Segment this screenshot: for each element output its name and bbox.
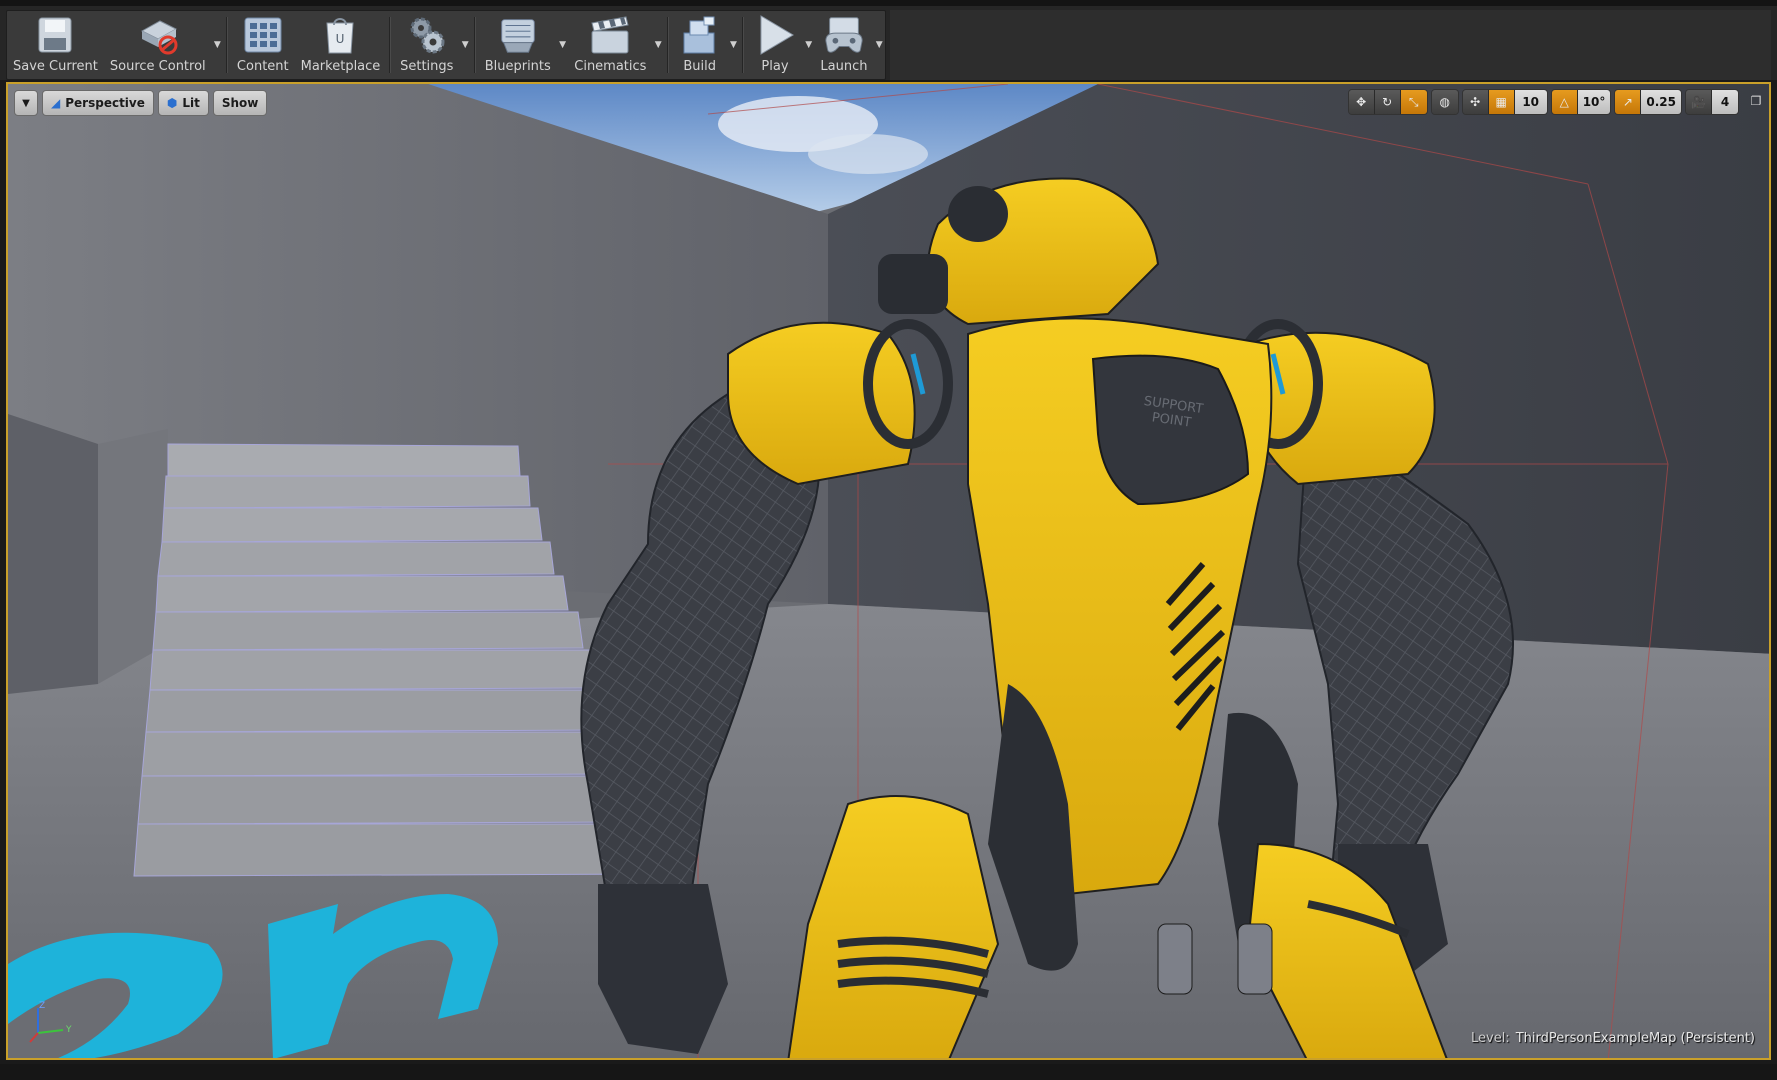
blueprints-label: Blueprints	[484, 59, 551, 74]
translate-arrows-icon[interactable]: ✥	[1348, 90, 1375, 114]
settings-dropdown[interactable]: ▼	[459, 11, 470, 79]
play-dropdown[interactable]: ▼	[803, 11, 814, 79]
toolbar-separator	[389, 17, 392, 73]
viewport-scene: SUPPORT POINT	[8, 84, 1769, 1058]
content-grid-icon	[241, 13, 285, 57]
toolbar-separator	[666, 17, 669, 73]
camera-speed-icon[interactable]: 🎥	[1686, 90, 1712, 114]
save-current-button[interactable]: Save Current	[7, 11, 104, 79]
camera-speed-group: 🎥 4	[1685, 89, 1739, 115]
source-control-dropdown[interactable]: ▼	[212, 11, 223, 79]
blueprints-dropdown[interactable]: ▼	[557, 11, 568, 79]
toolbar-empty-area	[890, 10, 1771, 80]
show-button[interactable]: Show	[212, 90, 268, 116]
scale-snap-value[interactable]: 0.25	[1641, 90, 1681, 114]
launch-button[interactable]: Launch	[814, 11, 873, 79]
perspective-icon: ◢	[51, 96, 61, 110]
rotation-snap-group: △ 10°	[1550, 89, 1612, 115]
surface-snap-icon[interactable]: ✣	[1462, 90, 1489, 114]
build-dropdown[interactable]: ▼	[728, 11, 739, 79]
build-label: Build	[683, 59, 717, 74]
level-viewport[interactable]: SUPPORT POINT ▼ ◢ Perspective ⬢ Lit Show…	[6, 82, 1771, 1060]
gizmo-y-label: Y	[65, 1025, 72, 1035]
transform-tools: ✥ ↻ ⤡	[1347, 89, 1428, 115]
blueprints-icon	[496, 13, 540, 57]
cinematics-label: Cinematics	[574, 59, 647, 74]
toolbar-separator	[742, 17, 744, 73]
lit-cube-icon: ⬢	[166, 96, 178, 110]
viewport-left-toolbar: ▼ ◢ Perspective ⬢ Lit Show	[14, 90, 268, 116]
gizmo-z-label: Z	[39, 1001, 45, 1011]
level-indicator: Level: ThirdPersonExampleMap (Persistent)	[1471, 1031, 1755, 1046]
perspective-button[interactable]: ◢ Perspective	[42, 90, 154, 116]
bottom-bar	[0, 1064, 1777, 1080]
floppy-disk-icon	[33, 13, 77, 57]
cinematics-button[interactable]: Cinematics	[568, 11, 652, 79]
svg-text:U: U	[336, 32, 345, 46]
marketplace-button[interactable]: U Marketplace	[295, 11, 387, 79]
lit-label: Lit	[182, 96, 200, 110]
scale-snap-icon[interactable]: ↗	[1615, 90, 1642, 114]
play-icon	[753, 13, 797, 57]
rotate-icon[interactable]: ↻	[1374, 90, 1401, 114]
build-button[interactable]: Build	[672, 11, 728, 79]
toolbar-separator	[226, 17, 228, 73]
content-label: Content	[236, 59, 289, 74]
settings-button[interactable]: Settings	[394, 11, 459, 79]
cinematics-dropdown[interactable]: ▼	[652, 11, 663, 79]
grid-snap-group: ✣ ▦ 10	[1461, 89, 1548, 115]
scale-icon[interactable]: ⤡	[1400, 90, 1427, 114]
toolbar-separator	[473, 17, 476, 73]
rotation-snap-value[interactable]: 10°	[1577, 90, 1611, 114]
level-key: Level:	[1471, 1031, 1510, 1046]
settings-gears-icon	[405, 13, 449, 57]
build-blocks-icon	[678, 13, 722, 57]
save-current-label: Save Current	[13, 59, 98, 74]
world-globe-icon[interactable]: ◍	[1431, 90, 1458, 114]
grid-snap-icon[interactable]: ▦	[1488, 90, 1515, 114]
show-label: Show	[221, 96, 259, 110]
rotation-snap-angle-icon[interactable]: △	[1551, 90, 1578, 114]
viewport-options-dropdown[interactable]: ▼	[14, 90, 38, 116]
viewport-right-toolbar: ✥ ↻ ⤡ ◍ ✣ ▦ 10 △ 10° ↗ 0.25 🎥 4	[1347, 89, 1739, 115]
marketplace-label: Marketplace	[300, 59, 381, 74]
source-control-icon	[136, 13, 180, 57]
level-name: ThirdPersonExampleMap (Persistent)	[1515, 1031, 1755, 1046]
play-button[interactable]: Play	[747, 11, 803, 79]
play-label: Play	[761, 59, 789, 74]
clapperboard-icon	[588, 13, 632, 57]
toolbar-buttons: Save Current Source Control ▼ Content U …	[6, 10, 886, 80]
blueprints-button[interactable]: Blueprints	[479, 11, 557, 79]
coordinate-space: ◍	[1430, 89, 1459, 115]
maximize-viewport-icon[interactable]: ❐	[1749, 94, 1763, 108]
perspective-label: Perspective	[65, 96, 145, 110]
scale-snap-group: ↗ 0.25	[1614, 89, 1682, 115]
launch-dropdown[interactable]: ▼	[874, 11, 885, 79]
launch-label: Launch	[820, 59, 868, 74]
grid-snap-value[interactable]: 10	[1514, 90, 1547, 114]
content-button[interactable]: Content	[231, 11, 295, 79]
axis-gizmo: Z Y	[29, 1001, 72, 1043]
marketplace-bag-icon: U	[318, 13, 362, 57]
camera-speed-value[interactable]: 4	[1712, 90, 1738, 114]
launch-gamepad-icon	[822, 13, 866, 57]
source-control-button[interactable]: Source Control	[104, 11, 212, 79]
settings-label: Settings	[400, 59, 454, 74]
main-toolbar: Save Current Source Control ▼ Content U …	[0, 0, 1777, 80]
source-control-label: Source Control	[109, 59, 206, 74]
lit-button[interactable]: ⬢ Lit	[157, 90, 209, 116]
